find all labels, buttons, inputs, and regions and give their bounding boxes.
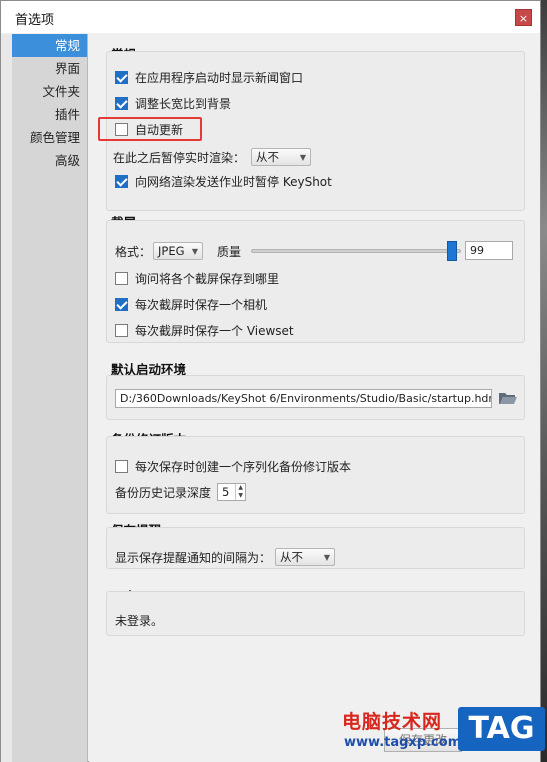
settings-panel: 常规 在应用程序启动时显示新闻窗口 调整长宽比到背景 自动更新 在此之后暂停实时… [89, 34, 540, 762]
close-button[interactable]: × [515, 9, 532, 26]
format-label: 格式： [115, 244, 152, 259]
pause-network-checkbox[interactable] [115, 175, 128, 188]
sidebar-item-interface[interactable]: 界面 [12, 57, 87, 80]
watermark-badge: TAG [458, 707, 545, 751]
environment-section: D:/360Downloads/KeyShot 6/Environments/S… [106, 375, 525, 420]
quality-label: 质量 [217, 244, 242, 259]
pause-render-label: 在此之后暂停实时渲染： [113, 150, 246, 165]
adjust-aspect-checkbox[interactable] [115, 97, 128, 110]
serialize-backup-checkbox[interactable] [115, 460, 128, 473]
serialize-backup-option[interactable]: 每次保存时创建一个序列化备份修订版本 [115, 458, 351, 475]
sidebar-item-plugins[interactable]: 插件 [12, 103, 87, 126]
adjust-aspect-option[interactable]: 调整长宽比到背景 [115, 95, 231, 112]
quality-slider-thumb[interactable] [447, 241, 457, 261]
window-title: 首选项 [15, 13, 55, 28]
backup-depth-row: 备份历史记录深度 5 ▲ ▼ [115, 483, 246, 501]
sidebar-item-advanced[interactable]: 高级 [12, 149, 87, 172]
chevron-up-icon[interactable]: ▲ [236, 484, 245, 492]
reminder-interval-select[interactable]: 从不 ▼ [275, 548, 336, 566]
pause-network-label: 向网络渲染发送作业时暂停 KeyShot [135, 175, 332, 189]
format-row: 格式： JPEG ▼ 质量 [115, 242, 241, 260]
backup-depth-value: 5 [222, 485, 230, 499]
pause-render-select[interactable]: 从不 ▼ [251, 148, 312, 166]
serialize-backup-label: 每次保存时创建一个序列化备份修订版本 [135, 460, 352, 474]
format-value: JPEG [158, 244, 185, 258]
watermark-title: 电脑技术网 [342, 711, 443, 733]
pause-render-row: 在此之后暂停实时渲染： 从不 ▼ [113, 148, 312, 166]
save-camera-checkbox[interactable] [115, 298, 128, 311]
backup-depth-stepper[interactable]: 5 ▲ ▼ [217, 483, 246, 501]
save-viewset-label: 每次截屏时保存一个 Viewset [135, 324, 294, 338]
save-viewset-option[interactable]: 每次截屏时保存一个 Viewset [115, 322, 294, 339]
quality-slider-track[interactable] [251, 249, 461, 253]
ask-location-label: 询问将各个截屏保存到哪里 [135, 272, 280, 286]
watermark: 电脑技术网 www.tagxp.com TAG [340, 705, 547, 762]
reminder-interval-value: 从不 [280, 550, 304, 564]
save-camera-option[interactable]: 每次截屏时保存一个相机 [115, 296, 267, 313]
adjust-aspect-label: 调整长宽比到背景 [135, 97, 232, 111]
folder-open-icon[interactable] [498, 390, 518, 406]
show-news-option[interactable]: 在应用程序启动时显示新闻窗口 [115, 69, 303, 86]
ask-location-checkbox[interactable] [115, 272, 128, 285]
save-reminder-section: 显示保存提醒通知的间隔为： 从不 ▼ [106, 527, 525, 569]
sidebar-item-color-management[interactable]: 颜色管理 [12, 126, 87, 149]
stepper-buttons: ▲ ▼ [235, 484, 245, 500]
sidebar: 常规 界面 文件夹 插件 颜色管理 高级 [12, 34, 88, 762]
show-news-label: 在应用程序启动时显示新闻窗口 [135, 71, 304, 85]
pause-network-option[interactable]: 向网络渲染发送作业时暂停 KeyShot [115, 173, 332, 190]
backup-depth-label: 备份历史记录深度 [115, 485, 212, 500]
sidebar-item-folders[interactable]: 文件夹 [12, 80, 87, 103]
show-news-checkbox[interactable] [115, 71, 128, 84]
save-camera-label: 每次截屏时保存一个相机 [135, 298, 268, 312]
chevron-down-icon: ▼ [299, 152, 307, 162]
reminder-interval-label: 显示保存提醒通知的间隔为： [115, 550, 272, 565]
sidebar-item-general[interactable]: 常规 [12, 34, 87, 57]
preferences-dialog: 首选项 × 常规 界面 文件夹 插件 颜色管理 高级 常规 在应用程序启动时显示… [0, 0, 541, 762]
cloud-status-row: 未登录。 [115, 612, 163, 629]
cloud-section: 未登录。 [106, 591, 525, 636]
chevron-down-icon[interactable]: ▼ [236, 492, 245, 500]
environment-path-input[interactable]: D:/360Downloads/KeyShot 6/Environments/S… [115, 389, 492, 408]
save-viewset-checkbox[interactable] [115, 324, 128, 337]
auto-update-highlight-box [98, 117, 202, 141]
title-bar: 首选项 × [1, 1, 540, 33]
reminder-interval-row: 显示保存提醒通知的间隔为： 从不 ▼ [115, 548, 336, 566]
left-strip [1, 34, 12, 762]
ask-location-option[interactable]: 询问将各个截屏保存到哪里 [115, 270, 279, 287]
format-select[interactable]: JPEG ▼ [153, 242, 204, 260]
watermark-url: www.tagxp.com [344, 735, 462, 750]
quality-input[interactable]: 99 [465, 241, 513, 260]
chevron-down-icon: ▼ [323, 552, 331, 562]
cloud-status-text: 未登录。 [115, 614, 164, 628]
chevron-down-icon: ▼ [191, 246, 199, 256]
pause-render-value: 从不 [256, 150, 280, 164]
screenshot-section: 格式： JPEG ▼ 质量 99 询问将各个截屏保存到哪里 每次截屏时保存一个相… [106, 220, 525, 343]
backup-section: 每次保存时创建一个序列化备份修订版本 备份历史记录深度 5 ▲ ▼ [106, 436, 525, 514]
